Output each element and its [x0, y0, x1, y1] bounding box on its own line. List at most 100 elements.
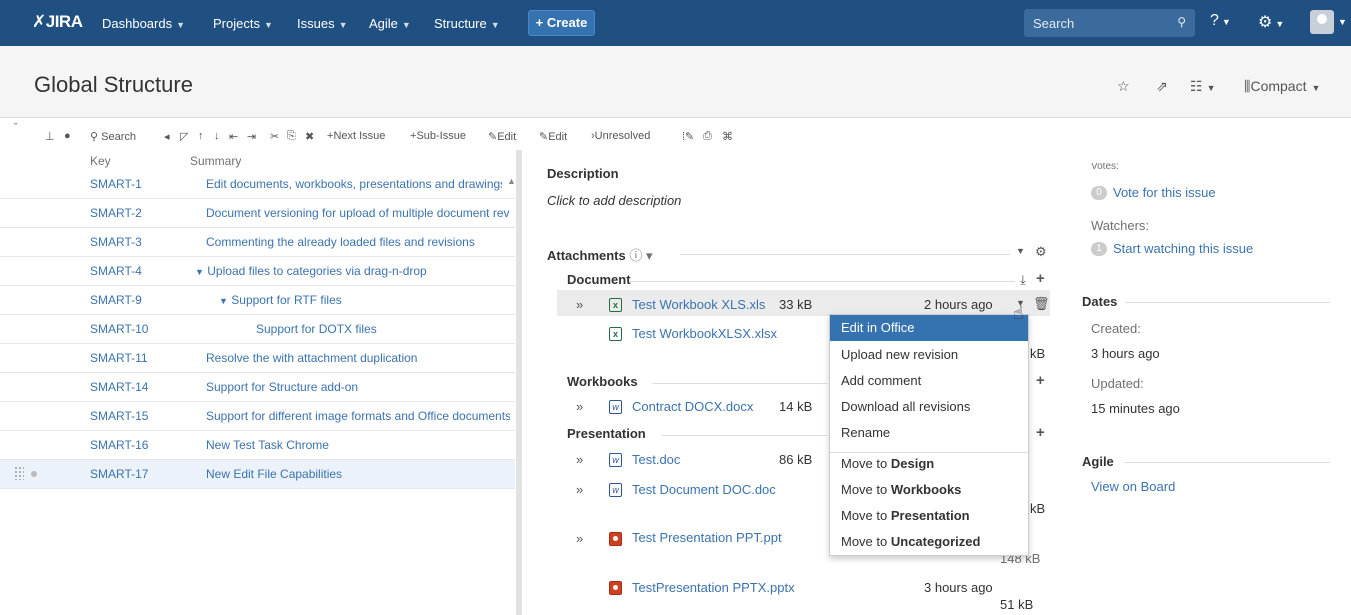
issue-summary[interactable]: Support for DOTX files	[256, 322, 510, 336]
table-row[interactable]: SMART-4 ▼ Upload files to categories via…	[0, 257, 515, 286]
issue-key[interactable]: SMART-1	[90, 177, 142, 191]
create-button[interactable]: + Create	[528, 10, 595, 36]
star-icon[interactable]: ☆	[1117, 78, 1130, 95]
move-down-icon[interactable]: ↓	[214, 130, 220, 142]
expand-icon[interactable]: ◂	[164, 130, 170, 143]
issue-summary[interactable]: Edit documents, workbooks, presentations…	[206, 177, 502, 191]
view-on-board-link[interactable]: View on Board	[1091, 479, 1175, 494]
bulk-edit-icon[interactable]: ⁞✎	[682, 130, 694, 143]
issue-key[interactable]: SMART-4	[90, 264, 142, 278]
table-row[interactable]: SMART-11 Resolve the with attachment dup…	[0, 344, 515, 373]
menu-move-to-design[interactable]: Move to Design	[830, 451, 1028, 477]
attachment-name[interactable]: Test.doc	[632, 452, 680, 467]
issue-summary[interactable]: New Test Task Chrome	[206, 438, 510, 452]
table-row[interactable]: SMART-1 Edit documents, workbooks, prese…	[0, 170, 515, 199]
view-selector[interactable]: ⫼Compact ▼	[1244, 78, 1320, 95]
issue-key[interactable]: SMART-15	[90, 409, 148, 423]
issue-summary[interactable]: ▼ Support for RTF files	[219, 293, 510, 307]
add-icon[interactable]: +	[1036, 372, 1045, 389]
expand-revisions-icon[interactable]: »	[576, 297, 583, 312]
table-row[interactable]: SMART-15 Support for different image for…	[0, 402, 515, 431]
expand-revisions-icon[interactable]: »	[576, 482, 583, 497]
chevron-down-icon[interactable]: ▼	[1338, 17, 1347, 27]
attachment-name[interactable]: TestPresentation PPTX.pptx	[632, 580, 795, 595]
category-document[interactable]: Document	[567, 272, 631, 287]
edit-button[interactable]: ✎Edit	[488, 130, 516, 143]
menu-edit-in-office[interactable]: Edit in Office	[830, 315, 1028, 341]
description-placeholder[interactable]: Click to add description	[547, 193, 681, 208]
issue-summary[interactable]: Document versioning for upload of multip…	[206, 206, 510, 220]
issue-key[interactable]: SMART-17	[90, 467, 148, 481]
trash-icon[interactable]: 🗑	[1033, 296, 1050, 312]
watch-link[interactable]: Start watching this issue	[1113, 241, 1253, 256]
issue-key[interactable]: SMART-14	[90, 380, 148, 394]
print-icon[interactable]: ⎙	[703, 130, 712, 143]
nav-dashboards[interactable]: Dashboards ▼	[102, 16, 185, 31]
add-icon[interactable]: +	[1036, 424, 1045, 441]
next-issue-button[interactable]: +Next Issue	[327, 130, 385, 142]
help-circle-icon[interactable]: ⓘ ▾	[629, 248, 652, 263]
pin-icon[interactable]: ⊥	[45, 130, 55, 143]
columns-icon[interactable]: ☷ ▼	[1190, 78, 1215, 95]
unresolved-filter[interactable]: ›Unresolved	[591, 130, 650, 142]
nav-structure[interactable]: Structure ▼	[434, 16, 500, 31]
attachment-name[interactable]: Test Presentation PPT.ppt	[632, 530, 782, 545]
issue-summary[interactable]: Resolve the with attachment duplication	[206, 351, 510, 365]
issue-summary[interactable]: Support for different image formats and …	[206, 409, 510, 423]
jira-logo[interactable]: ✗JIRA	[32, 12, 83, 32]
cut-icon[interactable]: ✂	[270, 130, 279, 143]
table-row[interactable]: SMART-3 Commenting the already loaded fi…	[0, 228, 515, 257]
menu-upload-new-revision[interactable]: Upload new revision	[830, 342, 1028, 368]
nav-issues[interactable]: Issues ▼	[297, 16, 348, 31]
attachment-name[interactable]: Contract DOCX.docx	[632, 399, 753, 414]
issue-key[interactable]: SMART-16	[90, 438, 148, 452]
expanded-caret-icon[interactable]: ▼	[219, 296, 228, 306]
issue-summary[interactable]: Commenting the already loaded files and …	[206, 235, 510, 249]
share-icon[interactable]: ⇗	[1156, 78, 1168, 95]
clock-icon[interactable]: ●	[64, 130, 71, 142]
nav-agile[interactable]: Agile ▼	[369, 16, 411, 31]
move-up-icon[interactable]: ↑	[198, 130, 204, 142]
column-summary[interactable]: Summary	[190, 154, 241, 168]
avatar[interactable]	[1310, 10, 1334, 34]
chevron-down-icon[interactable]: ▼	[1016, 246, 1025, 256]
expanded-caret-icon[interactable]: ▼	[195, 267, 204, 277]
attachment-name[interactable]: Test Document DOC.doc	[632, 482, 776, 497]
issue-key[interactable]: SMART-11	[90, 351, 148, 365]
vote-link[interactable]: Vote for this issue	[1113, 185, 1216, 200]
indent-icon[interactable]: ⇥	[247, 130, 256, 143]
help-icon[interactable]: ? ▼	[1210, 12, 1231, 30]
download-icon[interactable]: ⤓	[1020, 272, 1026, 288]
issue-summary[interactable]: Support for Structure add-on	[206, 380, 510, 394]
menu-move-to-presentation[interactable]: Move to Presentation	[830, 503, 1028, 529]
issue-key[interactable]: SMART-3	[90, 235, 142, 249]
table-row[interactable]: SMART-9 ▼ Support for RTF files	[0, 286, 515, 315]
expand-revisions-icon[interactable]: »	[576, 531, 583, 546]
scroll-up-icon[interactable]: ▲	[507, 176, 516, 186]
issue-key[interactable]: SMART-10	[90, 322, 148, 336]
table-row[interactable]: SMART-2 Document versioning for upload o…	[0, 199, 515, 228]
issue-summary[interactable]: New Edit File Capabilities	[206, 467, 510, 481]
issue-key[interactable]: SMART-2	[90, 206, 142, 220]
search-icon[interactable]: ⚲	[1177, 15, 1186, 29]
attachment-name[interactable]: Test Workbook XLS.xls	[632, 297, 765, 312]
table-row[interactable]: SMART-10 Support for DOTX files	[0, 315, 515, 344]
menu-move-to-workbooks[interactable]: Move to Workbooks	[830, 477, 1028, 503]
column-key[interactable]: Key	[90, 154, 111, 168]
issue-key[interactable]: SMART-9	[90, 293, 142, 307]
delete-icon[interactable]: ✖	[305, 130, 314, 143]
issue-summary[interactable]: ▼ Upload files to categories via drag-n-…	[195, 264, 510, 278]
menu-move-to-uncategorized[interactable]: Move to Uncategorized	[830, 529, 1028, 555]
menu-add-comment[interactable]: Add comment	[830, 368, 1028, 394]
attachment-name[interactable]: Test WorkbookXLSX.xlsx	[632, 326, 777, 341]
settings-toolbar-icon[interactable]: ⌘	[722, 130, 733, 143]
outdent-icon[interactable]: ⇤	[229, 130, 238, 143]
expand-revisions-icon[interactable]: »	[576, 452, 583, 467]
table-row[interactable]: SMART-16 New Test Task Chrome	[0, 431, 515, 460]
settings-icon[interactable]: ⚙	[1035, 244, 1047, 260]
gear-icon[interactable]: ⚙ ▼	[1258, 12, 1284, 32]
menu-download-all-revisions[interactable]: Download all revisions	[830, 394, 1028, 420]
edit-toolbar-button[interactable]: ✎Edit	[539, 130, 567, 143]
table-row[interactable]: SMART-14 Support for Structure add-on	[0, 373, 515, 402]
category-workbooks[interactable]: Workbooks	[567, 374, 638, 389]
